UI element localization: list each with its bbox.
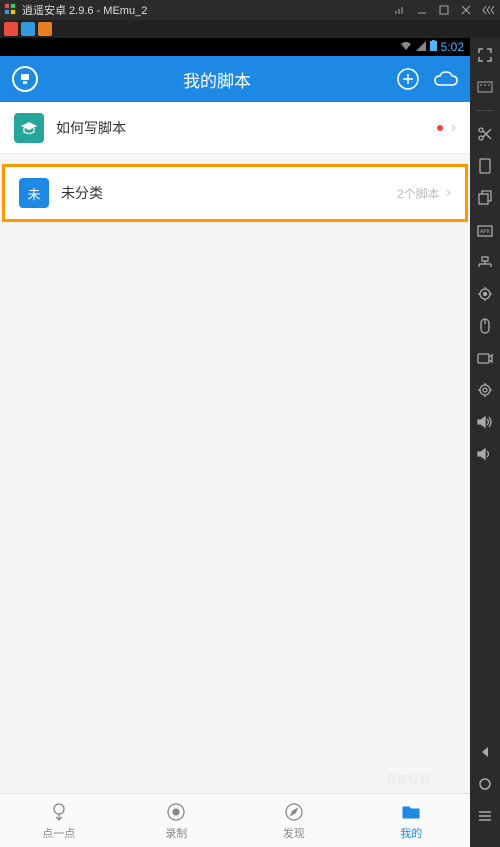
- fullscreen-icon[interactable]: [476, 46, 494, 64]
- signal-icon: [416, 41, 426, 54]
- tab-record[interactable]: 录制: [118, 794, 236, 847]
- highlight-annotation: 未 未分类 2个脚本 ›: [2, 164, 468, 222]
- add-button[interactable]: [396, 67, 420, 91]
- tab-tap-label: 点一点: [42, 825, 75, 841]
- status-time: 5:02: [441, 40, 464, 54]
- notification-dot: [437, 125, 443, 131]
- location-icon[interactable]: [476, 285, 494, 303]
- android-status-bar: 5:02: [0, 38, 470, 56]
- wifi-icon: [400, 41, 412, 54]
- scissors-icon[interactable]: [476, 125, 494, 143]
- tutorial-row[interactable]: 如何写脚本 ›: [0, 102, 470, 154]
- phone-screen: 5:02 我的脚本 如何写脚本: [0, 38, 470, 847]
- folder-icon: 未: [19, 178, 49, 208]
- content-area: 如何写脚本 › 未 未分类 2个脚本 ›: [0, 102, 470, 793]
- apk-icon[interactable]: APK: [476, 221, 494, 239]
- keyboard-icon[interactable]: [476, 78, 494, 96]
- multi-window-icon[interactable]: [476, 189, 494, 207]
- home-icon[interactable]: [476, 775, 494, 793]
- watermark: 百度经验: [386, 771, 430, 787]
- tap-icon: [48, 801, 70, 823]
- tablet-icon[interactable]: [476, 157, 494, 175]
- tab-mine[interactable]: 我的: [353, 794, 471, 847]
- emulator-toolbar: [0, 20, 500, 38]
- uncategorized-row[interactable]: 未 未分类 2个脚本 ›: [5, 167, 465, 219]
- chevron-right-icon: ›: [446, 184, 451, 202]
- minimize-button[interactable]: [414, 2, 430, 18]
- tab-discover[interactable]: 发现: [235, 794, 353, 847]
- battery-icon: [430, 40, 437, 54]
- tutorial-title: 如何写脚本: [56, 118, 437, 138]
- close-button[interactable]: [458, 2, 474, 18]
- emulator-sidebar: APK: [470, 38, 500, 847]
- settings-icon[interactable]: [476, 381, 494, 399]
- app-header: 我的脚本: [0, 56, 470, 102]
- toolbar-icon-3[interactable]: [38, 22, 52, 36]
- tab-record-label: 录制: [165, 825, 187, 841]
- toolbar-icon-1[interactable]: [4, 22, 18, 36]
- network-icon[interactable]: [476, 253, 494, 271]
- header-title: 我的脚本: [38, 67, 396, 92]
- compass-icon: [283, 801, 305, 823]
- camera-icon[interactable]: [476, 349, 494, 367]
- toolbar-icon-2[interactable]: [21, 22, 35, 36]
- volume-up-icon[interactable]: [476, 413, 494, 431]
- record-icon: [165, 801, 187, 823]
- mouse-icon[interactable]: [476, 317, 494, 335]
- cloud-button[interactable]: [434, 67, 458, 91]
- back-icon[interactable]: [476, 743, 494, 761]
- tab-tap[interactable]: 点一点: [0, 794, 118, 847]
- emulator-app-icon: [4, 3, 18, 17]
- maximize-button[interactable]: [436, 2, 452, 18]
- profile-button[interactable]: [12, 66, 38, 92]
- emulator-title: 逍遥安卓 2.9.6 - MEmu_2: [22, 2, 147, 18]
- graduation-cap-icon: [14, 113, 44, 143]
- uncategorized-title: 未分类: [61, 183, 397, 203]
- menu-icon[interactable]: [476, 807, 494, 825]
- volume-down-icon[interactable]: [476, 445, 494, 463]
- collapse-sidebar-button[interactable]: [480, 2, 496, 18]
- folder-icon: [400, 801, 422, 823]
- tab-discover-label: 发现: [283, 825, 305, 841]
- uncategorized-count: 2个脚本: [397, 185, 440, 202]
- tab-mine-label: 我的: [400, 825, 422, 841]
- emulator-titlebar: 逍遥安卓 2.9.6 - MEmu_2: [0, 0, 500, 20]
- bottom-tab-bar: 点一点 录制 发现 我的: [0, 793, 470, 847]
- svg-text:APK: APK: [480, 229, 491, 235]
- signal-icon: [392, 2, 408, 18]
- chevron-right-icon: ›: [451, 119, 456, 137]
